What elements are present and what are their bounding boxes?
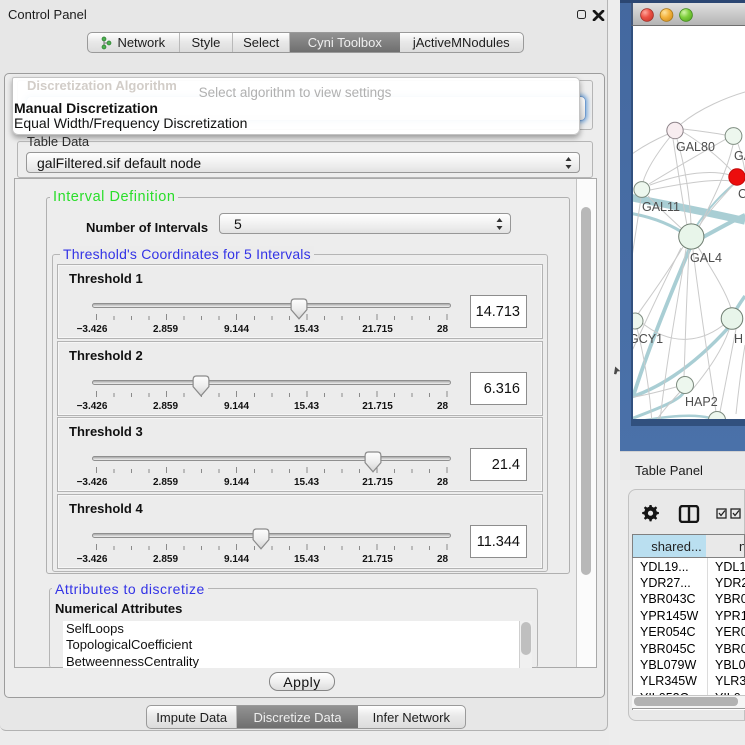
svg-text:C: C [738, 187, 745, 201]
svg-text:HAP2: HAP2 [685, 395, 718, 409]
svg-text:GCY1: GCY1 [633, 332, 663, 346]
svg-text:H: H [734, 332, 743, 346]
svg-text:GAL11: GAL11 [642, 200, 680, 214]
svg-text:GA: GA [734, 149, 745, 163]
svg-text:GAL80: GAL80 [676, 140, 715, 154]
svg-text:GAL4: GAL4 [690, 251, 722, 265]
